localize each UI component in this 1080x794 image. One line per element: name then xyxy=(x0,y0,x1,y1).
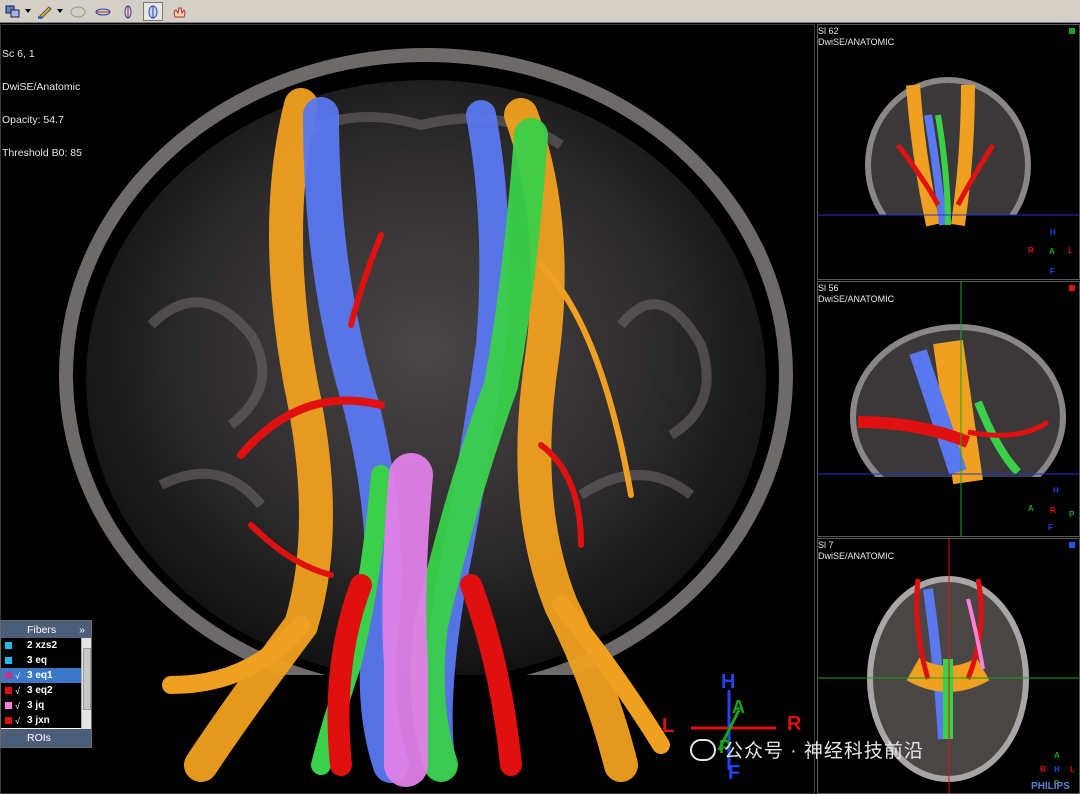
side-view-info: Sl 56 DwiSE/ANATOMIC xyxy=(818,283,894,305)
fiber-checkbox[interactable]: √ xyxy=(12,686,23,696)
slice-title: Sl 62 xyxy=(818,26,839,36)
orient-top: H xyxy=(1053,486,1059,495)
slice-subtitle: DwiSE/ANATOMIC xyxy=(818,294,895,304)
fiber-color-swatch[interactable] xyxy=(5,642,12,649)
rois-tab[interactable]: ROIs xyxy=(1,729,91,747)
fibers-scrollbar[interactable] xyxy=(81,638,91,730)
orient-center: R xyxy=(1050,506,1056,515)
fiber-label: 3 eq1 xyxy=(27,670,53,681)
orient-left: L xyxy=(662,715,675,737)
orient-right: L xyxy=(1068,246,1073,255)
fiber-color-swatch[interactable] xyxy=(5,687,12,694)
fibers-panel: Fibers » 2 xzs2 3 eq √ 3 eq1 √ 3 eq2 √ 3… xyxy=(0,620,92,748)
fiber-item[interactable]: √ 3 jxn xyxy=(1,713,83,728)
orient-anterior: A xyxy=(732,697,745,717)
collapse-icon[interactable]: » xyxy=(79,624,85,636)
view-marker xyxy=(1069,285,1075,291)
fibers-panel-header[interactable]: Fibers » xyxy=(1,621,91,638)
main-3d-view[interactable]: Sc 6, 1 DwiSE/Anatomic Opacity: 54.7 Thr… xyxy=(0,24,815,794)
pen-icon[interactable] xyxy=(35,2,55,21)
chevron-down-icon[interactable] xyxy=(57,9,63,13)
fiber-item[interactable]: √ 3 eq2 xyxy=(1,683,83,698)
fiber-item[interactable]: 3 eq xyxy=(1,653,83,668)
fiber-label: 3 eq xyxy=(27,655,48,666)
orient-top: A xyxy=(1054,751,1060,760)
fiber-label: 2 xzs2 xyxy=(27,640,58,651)
scan-info: Sc 6, 1 DwiSE/Anatomic Opacity: 54.7 Thr… xyxy=(2,27,82,181)
scan-info-line: Threshold B0: 85 xyxy=(2,147,82,159)
orient-bottom: F xyxy=(1050,267,1055,276)
layers-icon[interactable] xyxy=(3,2,23,21)
slice-title: Sl 7 xyxy=(818,540,834,550)
fiber-color-swatch[interactable] xyxy=(5,672,12,679)
view-marker xyxy=(1069,28,1075,34)
fiber-checkbox[interactable]: √ xyxy=(12,716,23,726)
fiber-item[interactable]: 2 xzs2 xyxy=(1,638,83,653)
view-sagittal-icon[interactable] xyxy=(143,2,163,21)
fibers-panel-title: Fibers xyxy=(27,623,57,636)
view-side-icon[interactable] xyxy=(118,2,138,21)
coronal-slice-image xyxy=(818,77,1079,275)
slice-subtitle: DwiSE/ANATOMIC xyxy=(818,37,895,47)
fiber-label: 3 jq xyxy=(27,700,45,711)
side-view-coronal[interactable]: Sl 62 DwiSE/ANATOMIC R L H F A xyxy=(817,24,1080,280)
fiber-color-swatch[interactable] xyxy=(5,717,12,724)
watermark: 公众号 · 神经科技前沿 xyxy=(690,736,924,763)
orient-center: H xyxy=(1054,765,1060,774)
side-view-sagittal[interactable]: Sl 56 DwiSE/ANATOMIC A P H F R xyxy=(817,281,1080,537)
orient-top: H xyxy=(721,671,736,693)
fiber-checkbox[interactable]: √ xyxy=(12,701,23,711)
slice-title: Sl 56 xyxy=(818,283,839,293)
chevron-down-icon[interactable] xyxy=(25,9,31,13)
side-view-info: Sl 62 DwiSE/ANATOMIC xyxy=(818,26,894,48)
ellipse-icon[interactable] xyxy=(68,2,88,21)
scrollbar-thumb[interactable] xyxy=(83,648,91,710)
fiber-color-swatch[interactable] xyxy=(5,657,12,664)
orient-left: A xyxy=(1028,504,1034,513)
fiber-item[interactable]: √ 3 jq xyxy=(1,698,83,713)
scan-info-line: Sc 6, 1 xyxy=(2,48,35,60)
fiber-item-selected[interactable]: √ 3 eq1 xyxy=(1,668,83,683)
orient-left: R xyxy=(1028,246,1034,255)
sagittal-slice-image xyxy=(818,282,1079,536)
orient-left: R xyxy=(1040,765,1046,774)
brand-logo: PHILIPS xyxy=(1031,781,1070,792)
orient-right: P xyxy=(1069,510,1075,519)
scan-info-line: Opacity: 54.7 xyxy=(2,114,64,126)
orient-bottom: F xyxy=(1048,523,1053,532)
orient-bottom: F xyxy=(728,762,741,784)
fiber-label: 3 jxn xyxy=(27,715,50,726)
rotate-icon[interactable] xyxy=(93,2,113,21)
fiber-checkbox[interactable]: √ xyxy=(12,671,23,681)
hand-icon[interactable] xyxy=(170,2,190,21)
watermark-text: 公众号 · 神经科技前沿 xyxy=(724,741,924,762)
scan-info-line: DwiSE/Anatomic xyxy=(2,81,81,93)
orient-top: H xyxy=(1050,228,1056,237)
orient-right: R xyxy=(787,713,802,735)
view-marker xyxy=(1069,542,1075,548)
side-view-info: Sl 7 DwiSE/ANATOMIC xyxy=(818,540,894,562)
toolbar xyxy=(0,0,1080,23)
fiber-label: 3 eq2 xyxy=(27,685,53,696)
wechat-icon xyxy=(690,738,716,761)
orient-center: A xyxy=(1049,247,1055,256)
fiber-color-swatch[interactable] xyxy=(5,702,12,709)
orient-right: L xyxy=(1070,765,1075,774)
slice-subtitle: DwiSE/ANATOMIC xyxy=(818,551,895,561)
